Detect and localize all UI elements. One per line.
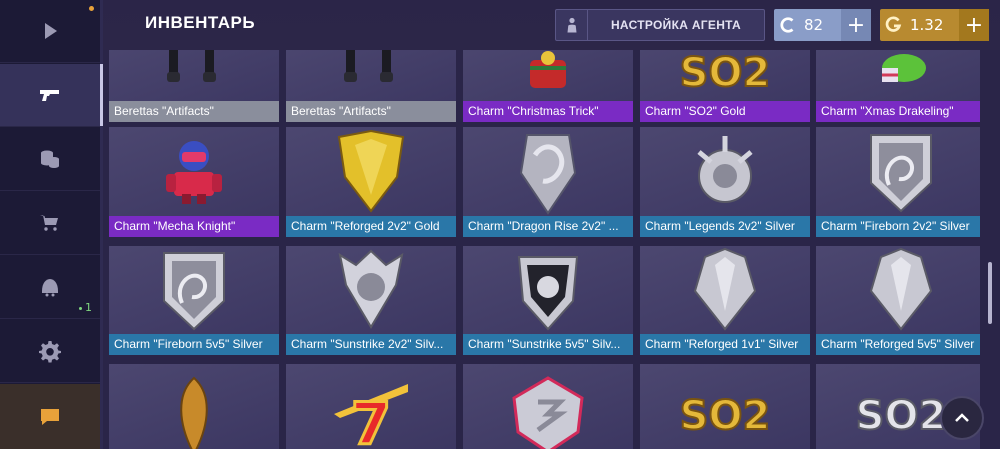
inventory-item-card[interactable]: Charm "Mecha Knight" [109,127,279,237]
item-label: Charm "Fireborn 2v2" Silver [816,216,980,237]
dragon-rise-art [463,127,633,216]
legends-art [640,127,810,216]
svg-text:7: 7 [351,390,391,449]
item-label: Charm "SO2" Gold [640,101,810,122]
page-title: ИНВЕНТАРЬ [145,13,256,32]
scroll-to-top-button[interactable] [940,396,984,440]
svg-text:SO2: SO2 [680,50,771,96]
drakeling-art [816,50,980,101]
inventory-item-card[interactable] [463,364,633,449]
silver-coin-icon [774,16,802,34]
add-silver-button[interactable]: + [841,9,871,41]
item-label: Charm "Xmas Drakeling" [816,101,980,122]
silver-value: 82 [804,16,824,34]
inventory-item-card[interactable]: Charm "Sunstrike 2v2" Silv... [286,246,456,355]
sidebar: 1 [0,0,103,449]
inventory-item-card[interactable]: Charm "Reforged 1v1" Silver [640,246,810,355]
inventory-item-card[interactable]: Berettas "Artifacts" [109,50,279,122]
mecha-knight-art [109,127,279,216]
item-label: Charm "Reforged 2v2" Gold [286,216,456,237]
inventory-item-card[interactable]: Charm "Reforged 5v5" Silver [816,246,980,355]
item-label: Charm "Mecha Knight" [109,216,279,237]
inventory-item-card[interactable]: Charm "Legends 2v2" Silver [640,127,810,237]
inventory-item-card[interactable]: 7 [286,364,456,449]
sidebar-item-play[interactable] [0,0,100,63]
inventory-item-card[interactable]: Charm "Sunstrike 5v5" Silv... [463,246,633,355]
gear-icon [39,341,61,363]
so2-gold-art: SO2 [640,50,810,101]
sunstrike-art [286,246,456,334]
chevron-up-icon [955,413,969,422]
so2-gold-art: SO2 [640,364,810,449]
item-label: Charm "Fireborn 5v5" Silver [109,334,279,355]
item-label: Charm "Sunstrike 2v2" Silv... [286,334,456,355]
play-icon [45,23,57,39]
gift-basket-art [463,50,633,101]
sidebar-item-settings[interactable] [0,320,100,383]
gold-value: 1.32 [910,16,944,34]
seven-art: 7 [286,364,456,449]
item-label: Charm "Reforged 1v1" Silver [640,334,810,355]
svg-text:SO2: SO2 [856,393,947,439]
notification-dot [89,6,94,11]
gem-art [463,364,633,449]
berettas-art [286,50,456,101]
chat-icon [41,408,59,425]
cart-icon [40,215,58,231]
silver-currency: 82 + [774,9,871,41]
inventory-item-card[interactable]: SO2 [640,364,810,449]
inventory-item-card[interactable]: Charm "Reforged 2v2" Gold [286,127,456,237]
berettas-art [109,50,279,101]
gold-currency: 1.32 + [880,9,989,41]
inventory-item-card[interactable]: Charm "Dragon Rise 2v2" ... [463,127,633,237]
item-label: Charm "Reforged 5v5" Silver [816,334,980,355]
item-label: Charm "Legends 2v2" Silver [640,216,810,237]
add-gold-button[interactable]: + [959,9,989,41]
reforged-gold-art [286,127,456,216]
sidebar-item-coins[interactable] [0,128,100,191]
agent-settings-label: НАСТРОЙКА АГЕНТА [610,18,742,32]
inventory-item-card[interactable]: Charm "Christmas Trick" [463,50,633,122]
wing-art [109,364,279,449]
item-label: Charm "Dragon Rise 2v2" ... [463,216,633,237]
pistol-icon [40,90,59,101]
sidebar-item-shop[interactable] [0,192,100,255]
coins-icon [41,150,59,168]
helmet-icon [42,279,58,297]
item-label: Charm "Sunstrike 5v5" Silv... [463,334,633,355]
sidebar-item-inventory[interactable] [0,64,103,127]
inventory-item-card[interactable]: Berettas "Artifacts" [286,50,456,122]
inventory-grid: Berettas "Artifacts" Berettas "Artifacts"… [109,50,980,449]
reforged-silver-art [640,246,810,334]
inventory-item-card[interactable]: Charm "Fireborn 5v5" Silver [109,246,279,355]
fireborn-art [816,127,980,216]
item-label: Berettas "Artifacts" [109,101,279,122]
scrollbar[interactable] [988,262,992,324]
inventory-item-card[interactable] [109,364,279,449]
fireborn-art [109,246,279,334]
item-label: Berettas "Artifacts" [286,101,456,122]
agent-icon [556,10,588,40]
reforged-silver-art [816,246,980,334]
sidebar-item-clan[interactable]: 1 [0,256,100,319]
inventory-item-card[interactable]: Charm "Xmas Drakeling" [816,50,980,122]
sidebar-item-chat[interactable] [0,384,100,449]
inventory-item-card[interactable]: Charm "Fireborn 2v2" Silver [816,127,980,237]
sunstrike-dark-art [463,246,633,334]
item-label: Charm "Christmas Trick" [463,101,633,122]
gold-coin-icon [880,16,908,34]
agent-settings-button[interactable]: НАСТРОЙКА АГЕНТА [555,9,765,41]
header: ИНВЕНТАРЬ НАСТРОЙКА АГЕНТА 82 + 1.32 + [103,0,1000,50]
inventory-item-card[interactable]: SO2 Charm "SO2" Gold [640,50,810,122]
clan-count: 1 [79,301,92,314]
svg-text:SO2: SO2 [680,393,771,439]
